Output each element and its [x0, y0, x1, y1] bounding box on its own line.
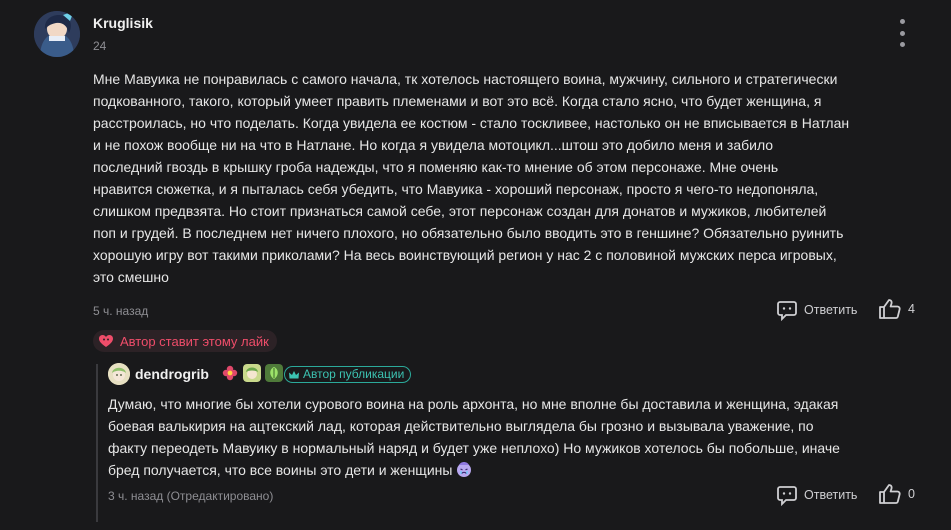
reply-thread-line: [96, 364, 98, 522]
reply-line: факту переодеть Мавуику в нормальный нар…: [108, 440, 840, 456]
author-name[interactable]: Kruglisik: [93, 15, 153, 31]
comment-line: хорошую игру вот такими приколами? На ве…: [93, 247, 837, 263]
reply-line-last: бред получается, что все воины это дети …: [108, 459, 928, 481]
reply-like-button[interactable]: 0: [878, 483, 915, 505]
thumbs-up-icon: [879, 484, 901, 504]
character-badge-icon: [243, 364, 261, 382]
comment-line: и не похож вообще ни на что в Натлане. Н…: [93, 137, 774, 153]
comment-card: Kruglisik 24 Мне Мавуика не понравилась …: [0, 0, 951, 530]
comment-line: последний гвоздь в крышку гроба надежды,…: [93, 159, 779, 175]
more-vertical-icon-dot: [899, 30, 905, 36]
reply-line: Думаю, что многие бы хотели сурового вои…: [108, 396, 839, 412]
avatar-image: [34, 11, 80, 57]
comment-line: расстроилась, но что поделать. Когда уви…: [93, 115, 850, 131]
comment-line: нравится сюжетка, и я пыталась себя убед…: [93, 181, 819, 197]
crying-emoji-icon: [457, 462, 472, 477]
comment-line: слишком предвзята. Но стоит признаться с…: [93, 203, 827, 219]
publication-author-tag: Автор публикации: [284, 366, 412, 383]
flower-badge-icon: [222, 365, 238, 381]
comment-line: поп и грудей. В последнем нет ничего пло…: [93, 225, 844, 241]
thumbs-up-icon: [879, 299, 901, 319]
reply-author-badges: [221, 364, 283, 382]
reply-author-name[interactable]: dendrogrib: [135, 366, 209, 382]
crown-icon: [289, 370, 299, 378]
avatar[interactable]: [34, 11, 80, 57]
comment-body: Мне Мавуика не понравилась с самого нача…: [93, 68, 925, 288]
like-count: 0: [908, 487, 915, 501]
reply-timestamp: 3 ч. назад (Отредактировано): [108, 489, 274, 503]
comment-line: подкованного, такого, который умеет прав…: [93, 93, 822, 109]
comment-line: это смешно: [93, 269, 169, 285]
comment-timestamp: 5 ч. назад: [93, 304, 149, 318]
author-liked-badge: Автор ставит этому лайк: [93, 330, 277, 352]
speech-bubble-icon: [777, 486, 797, 506]
reply-body: Думаю, что многие бы хотели сурового вои…: [108, 393, 928, 481]
more-options-button[interactable]: [893, 19, 911, 47]
author-level: 24: [93, 39, 107, 53]
heart-icon: [99, 335, 113, 347]
like-button[interactable]: 4: [878, 298, 915, 320]
reply-avatar-image: [108, 363, 130, 385]
like-count: 4: [908, 302, 915, 316]
more-vertical-icon: [899, 19, 905, 24]
reply-avatar[interactable]: [108, 363, 130, 385]
speech-bubble-icon: [777, 301, 797, 321]
reply-line: бред получается, что все воины это дети …: [108, 462, 453, 478]
reply-label: Ответить: [804, 303, 858, 317]
reply-reply-button[interactable]: Ответить: [776, 484, 857, 506]
reply-line: боевая валькирия на ацтекский лад, котор…: [108, 418, 814, 434]
reply-button[interactable]: Ответить: [776, 299, 857, 321]
more-vertical-icon-dot: [899, 42, 905, 47]
dendro-badge-icon: [265, 364, 283, 382]
author-tag-text: Автор публикации: [303, 367, 405, 381]
comment-line: Мне Мавуика не понравилась с самого нача…: [93, 71, 838, 87]
author-liked-text: Автор ставит этому лайк: [120, 333, 269, 349]
reply-label: Ответить: [804, 488, 858, 502]
